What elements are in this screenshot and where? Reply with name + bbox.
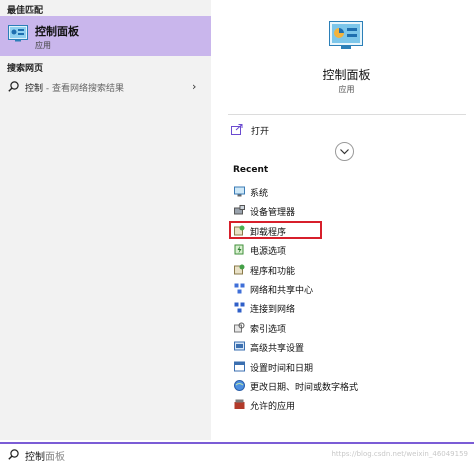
chevron-down-icon [340, 149, 349, 155]
control-panel-icon [329, 21, 363, 49]
best-match-control-panel[interactable]: 控制面板 应用 [0, 16, 211, 56]
divider [228, 114, 466, 115]
recent-item-label: 允许的应用 [250, 402, 296, 413]
recent-item-power-options[interactable]: 电源选项 [232, 241, 462, 260]
search-typed-text: 控制 [25, 452, 45, 463]
open-label: 打开 [251, 127, 270, 137]
recent-item-label: 高级共享设置 [250, 344, 305, 355]
search-input[interactable]: 控制面板 [25, 448, 65, 463]
recent-item-programs-features[interactable]: 程序和功能 [232, 261, 462, 280]
advanced-sharing-icon [234, 341, 245, 351]
search-icon [8, 81, 19, 92]
web-search-heading: 搜索网页 [7, 64, 44, 74]
results-pane: 最佳匹配 控制面板 应用 搜索网页 控制 - 查看网络搜索结果 › [0, 0, 211, 440]
chevron-right-icon[interactable]: › [192, 80, 196, 93]
best-match-subtitle: 应用 [35, 41, 51, 50]
system-icon [234, 186, 245, 197]
search-completion: 面板 [45, 452, 65, 463]
connect-network-icon [234, 302, 245, 313]
device-manager-icon [234, 205, 245, 215]
recent-item-label: 电源选项 [250, 247, 287, 258]
recent-item-connect-network[interactable]: 连接到网络 [232, 299, 462, 318]
app-subtitle: 应用 [338, 85, 355, 94]
recent-item-region-format[interactable]: 更改日期、时间或数字格式 [232, 377, 462, 396]
web-search-text: 控制 - 查看网络搜索结果 [25, 81, 124, 94]
web-search-suffix: - 查看网络搜索结果 [43, 84, 124, 94]
date-time-icon [234, 361, 245, 372]
recent-item-label: 设置时间和日期 [250, 363, 314, 374]
indexing-options-icon [234, 322, 245, 333]
web-search-query: 控制 [25, 84, 44, 94]
recent-item-indexing-options[interactable]: 索引选项 [232, 319, 462, 338]
recent-item-label: 程序和功能 [250, 266, 296, 277]
web-search-result[interactable]: 控制 - 查看网络搜索结果 › [0, 78, 211, 96]
recent-item-label: 更改日期、时间或数字格式 [250, 382, 359, 393]
recent-item-label: 设备管理器 [250, 208, 296, 219]
control-panel-icon [8, 25, 28, 42]
recent-heading: Recent [233, 165, 269, 175]
recent-item-allowed-apps[interactable]: 允许的应用 [232, 396, 462, 415]
watermark: https://blog.csdn.net/weixin_46049159 [331, 450, 468, 458]
recent-item-network-sharing[interactable]: 网络和共享中心 [232, 280, 462, 299]
search-icon [8, 449, 19, 460]
programs-features-icon [234, 264, 245, 275]
recent-item-system[interactable]: 系统 [232, 183, 462, 202]
recent-item-label: 系统 [250, 189, 269, 199]
recent-item-device-manager[interactable]: 设备管理器 [232, 202, 462, 221]
expand-button[interactable] [335, 142, 354, 161]
recent-item-advanced-sharing[interactable]: 高级共享设置 [232, 338, 462, 357]
allowed-apps-icon [234, 399, 245, 410]
recent-item-date-time[interactable]: 设置时间和日期 [232, 358, 462, 377]
app-title: 控制面板 [322, 68, 371, 82]
recent-item-label: 连接到网络 [250, 305, 296, 316]
best-match-title: 控制面板 [35, 25, 79, 38]
open-icon [231, 124, 243, 135]
search-bar[interactable]: 控制面板 https://blog.csdn.net/weixin_460491… [0, 442, 474, 466]
power-options-icon [234, 244, 244, 255]
details-pane: 控制面板 应用 打开 Recent 系统 设备管理器 卸载程序 电源选项 程序和… [219, 0, 474, 440]
recent-item-label: 网络和共享中心 [250, 285, 314, 296]
region-format-icon [234, 379, 245, 391]
best-match-heading: 最佳匹配 [7, 6, 44, 16]
network-sharing-icon [234, 283, 245, 294]
highlight-annotation [229, 221, 322, 239]
recent-item-label: 索引选项 [250, 324, 287, 335]
recent-list: 系统 设备管理器 卸载程序 电源选项 程序和功能 网络和共享中心 连接到网络 索… [232, 183, 462, 416]
